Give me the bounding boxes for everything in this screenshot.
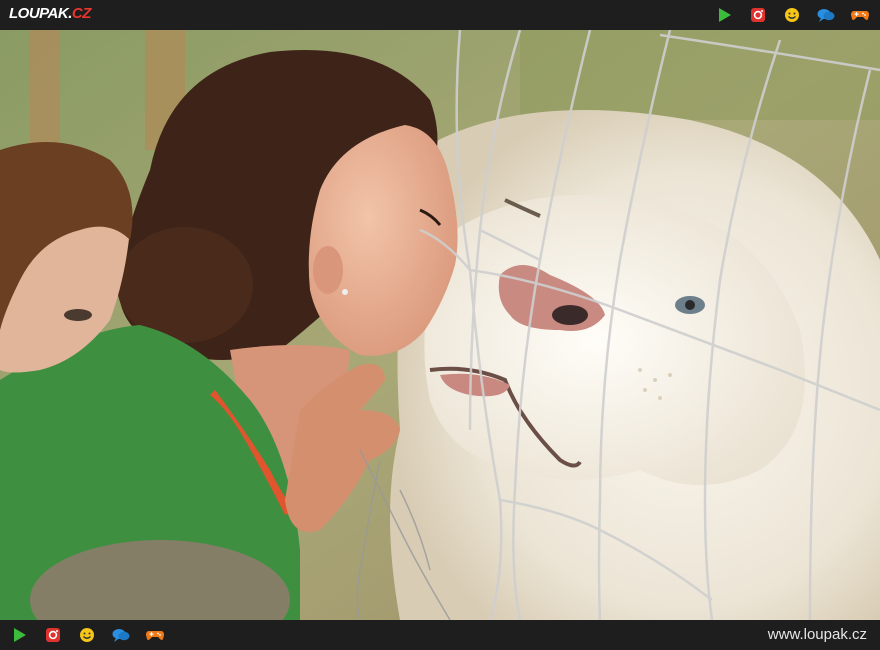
gamepad-icon[interactable] bbox=[850, 5, 870, 25]
woman-ear bbox=[313, 246, 343, 294]
chat-icon[interactable] bbox=[816, 5, 836, 25]
logo-main: LOUPAK. bbox=[9, 5, 72, 22]
site-logo[interactable]: LOUPAK.CZ bbox=[9, 5, 91, 22]
gamepad-icon[interactable] bbox=[145, 625, 165, 645]
logo-tld: CZ bbox=[71, 5, 92, 22]
instagram-icon[interactable] bbox=[43, 625, 63, 645]
instagram-icon[interactable] bbox=[748, 5, 768, 25]
site-url[interactable]: www.loupak.cz bbox=[768, 626, 867, 643]
play-icon[interactable] bbox=[9, 625, 29, 645]
earring bbox=[342, 289, 348, 295]
top-bar: LOUPAK.CZ bbox=[0, 0, 880, 30]
smiley-icon[interactable] bbox=[77, 625, 97, 645]
chat-icon[interactable] bbox=[111, 625, 131, 645]
photo-illustration bbox=[0, 30, 880, 620]
play-icon[interactable] bbox=[714, 5, 734, 25]
bottom-icon-group bbox=[9, 625, 165, 645]
top-icon-group bbox=[714, 5, 870, 25]
background-foliage bbox=[520, 30, 880, 120]
bottom-bar: www.loupak.cz bbox=[0, 620, 880, 650]
main-photo bbox=[0, 30, 880, 620]
boy-eye bbox=[64, 309, 92, 321]
smiley-icon[interactable] bbox=[782, 5, 802, 25]
